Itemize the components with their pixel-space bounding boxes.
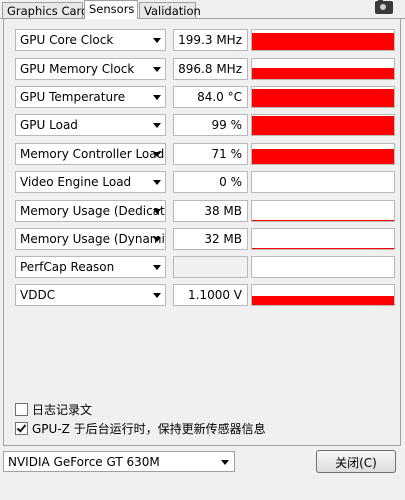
sensor-label: GPU Temperature [20, 90, 126, 104]
graph-fill [252, 149, 394, 164]
log-to-file-label: 日志记录文 [32, 403, 93, 417]
background-update-checkbox[interactable] [15, 422, 28, 435]
sensor-row-memory-controller-load: Memory Controller Load 71 % [15, 143, 395, 165]
sensor-graph [251, 256, 395, 278]
sensor-row-gpu-load: GPU Load 99 % [15, 114, 395, 136]
chevron-down-icon [153, 265, 161, 270]
sensor-label: Memory Usage (Dedicated) [20, 204, 165, 218]
sensor-value: 199.3 MHz [173, 29, 248, 51]
sensor-label-dropdown[interactable]: GPU Memory Clock [15, 58, 166, 80]
tab-validation[interactable]: Validation [139, 2, 201, 18]
graph-fill [252, 116, 394, 135]
sensor-label-dropdown[interactable]: Memory Usage (Dedicated) [15, 200, 166, 222]
chevron-down-icon [153, 237, 161, 242]
sensor-label: GPU Load [20, 118, 78, 132]
sensor-value: 1.1000 V [173, 284, 248, 306]
sensor-row-memory-usage-dedicated: Memory Usage (Dedicated) 38 MB [15, 200, 395, 222]
gpu-selector[interactable]: NVIDIA GeForce GT 630M [3, 451, 235, 472]
background-update-label: GPU-Z 于后台运行时，保持更新传感器信息 [32, 422, 266, 436]
sensors-panel: GPU Core Clock 199.3 MHz GPU Memory Cloc… [3, 19, 401, 446]
chevron-down-icon [153, 95, 161, 100]
sensor-graph [251, 86, 395, 108]
graph-fill [252, 89, 394, 107]
sensor-label: VDDC [20, 288, 56, 302]
sensor-label-dropdown[interactable]: Video Engine Load [15, 171, 166, 193]
sensor-value: 0 % [173, 171, 248, 193]
sensor-row-gpu-memory-clock: GPU Memory Clock 896.8 MHz [15, 58, 395, 80]
sensor-graph [251, 29, 395, 51]
chevron-down-icon [153, 152, 161, 157]
sensor-label-dropdown[interactable]: Memory Usage (Dynamic) [15, 228, 166, 250]
sensor-row-vddc: VDDC 1.1000 V [15, 284, 395, 306]
sensor-value: 38 MB [173, 200, 248, 222]
chevron-down-icon [153, 180, 161, 185]
sensor-graph [251, 143, 395, 165]
sensor-label: Video Engine Load [20, 175, 132, 189]
tab-bar: Graphics Card Sensors Validation [0, 0, 405, 19]
sensor-row-gpu-core-clock: GPU Core Clock 199.3 MHz [15, 29, 395, 51]
log-to-file-option[interactable]: 日志记录文 [15, 401, 92, 417]
graph-fill [252, 296, 394, 305]
graph-fill [252, 33, 394, 50]
chevron-down-icon [153, 293, 161, 298]
graph-fill [252, 220, 394, 221]
sensor-label: GPU Core Clock [20, 33, 114, 47]
sensor-graph [251, 284, 395, 306]
chevron-down-icon [153, 67, 161, 72]
sensor-label-dropdown[interactable]: Memory Controller Load [15, 143, 166, 165]
close-button[interactable]: 关闭(C) [316, 450, 396, 473]
tab-graphics-card[interactable]: Graphics Card [2, 2, 88, 18]
chevron-down-icon [153, 123, 161, 128]
sensor-value: 32 MB [173, 228, 248, 250]
sensor-row-perfcap-reason: PerfCap Reason [15, 256, 395, 278]
sensor-graph [251, 58, 395, 80]
sensor-graph [251, 228, 395, 250]
sensor-graph [251, 200, 395, 222]
gpu-selector-value: NVIDIA GeForce GT 630M [8, 455, 160, 469]
sensor-value: 84.0 °C [173, 86, 248, 108]
sensor-label-dropdown[interactable]: GPU Core Clock [15, 29, 166, 51]
tab-sensors[interactable]: Sensors [84, 0, 138, 19]
chevron-down-icon [153, 38, 161, 43]
chevron-down-icon [153, 209, 161, 214]
sensor-value [173, 256, 248, 278]
log-to-file-checkbox[interactable] [15, 403, 28, 416]
graph-fill [252, 68, 394, 79]
sensor-label-dropdown[interactable]: PerfCap Reason [15, 256, 166, 278]
sensor-row-gpu-temperature: GPU Temperature 84.0 °C [15, 86, 395, 108]
camera-icon[interactable] [375, 0, 393, 14]
sensor-label: Memory Usage (Dynamic) [20, 232, 166, 246]
sensor-label: GPU Memory Clock [20, 62, 135, 76]
sensor-label-dropdown[interactable]: GPU Load [15, 114, 166, 136]
sensor-value: 99 % [173, 114, 248, 136]
sensor-row-memory-usage-dynamic: Memory Usage (Dynamic) 32 MB [15, 228, 395, 250]
sensor-graph [251, 171, 395, 193]
sensor-label-dropdown[interactable]: GPU Temperature [15, 86, 166, 108]
sensor-label: PerfCap Reason [20, 260, 115, 274]
sensor-value: 896.8 MHz [173, 58, 248, 80]
graph-fill [252, 248, 394, 249]
sensor-row-video-engine-load: Video Engine Load 0 % [15, 171, 395, 193]
sensor-label-dropdown[interactable]: VDDC [15, 284, 166, 306]
sensor-label: Memory Controller Load [20, 147, 165, 161]
chevron-down-icon [221, 460, 229, 465]
checkmark-icon [16, 422, 27, 433]
sensor-value: 71 % [173, 143, 248, 165]
sensor-graph [251, 114, 395, 136]
background-update-option[interactable]: GPU-Z 于后台运行时，保持更新传感器信息 [15, 420, 266, 436]
